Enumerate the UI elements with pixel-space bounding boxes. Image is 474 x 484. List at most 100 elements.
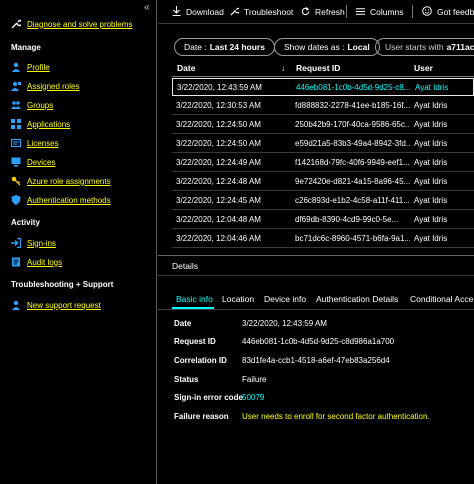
cell-user: Ayat Idris [415, 83, 449, 92]
tab-device-info[interactable]: Device info [264, 294, 306, 304]
column-header-user[interactable]: User [414, 63, 433, 75]
sidebar-item-diagnose[interactable]: Diagnose and solve problems [11, 17, 132, 31]
feedback-button[interactable]: Got feedb [422, 5, 474, 19]
feedback-label: Got feedb [437, 7, 474, 17]
table-row[interactable]: 3/22/2020, 12:24:49 AM f142168d-79fc-40f6… [172, 154, 474, 172]
sidebar-item-authentication-methods[interactable]: Authentication methods [11, 193, 111, 207]
cell-user: Ayat Idris [414, 158, 448, 167]
sidebar-item-assigned-roles[interactable]: Assigned roles [11, 79, 79, 93]
cell-user: Ayat Idris [414, 234, 448, 243]
tabs-divider [158, 309, 474, 310]
table-row[interactable]: 3/22/2020, 12:43:59 AM 446eb081-1c0b-4d5d… [172, 78, 474, 96]
table-row[interactable]: 3/22/2020, 12:24:48 AM 9e72420e-d821-4a15… [172, 173, 474, 191]
detail-value-status: Failure [242, 375, 267, 384]
tab-location[interactable]: Location [222, 294, 254, 304]
columns-label: Columns [370, 7, 404, 17]
cell-user: Ayat Idris [414, 177, 448, 186]
sidebar-item-new-support-request[interactable]: New support request [11, 298, 101, 312]
cell-date: 3/22/2020, 12:30:53 AM [176, 101, 261, 110]
cell-date: 3/22/2020, 12:24:45 AM [176, 196, 261, 205]
cell-date: 3/22/2020, 12:24:48 AM [176, 177, 261, 186]
sidebar-item-applications[interactable]: Applications [11, 117, 70, 131]
user-filter-label: User starts with [385, 42, 444, 52]
sidebar-item-label: Audit logs [27, 257, 63, 267]
sidebar-item-licenses[interactable]: Licenses [11, 136, 59, 150]
date-filter-value: Last 24 hours [209, 42, 265, 52]
date-filter-pill[interactable]: Date : Last 24 hours [174, 38, 275, 56]
cell-date: 3/22/2020, 12:04:46 AM [176, 234, 261, 243]
cell-user: Ayat Idris [414, 196, 448, 205]
cell-request-id: f142168d-79fc-40f6-9949-eef1... [295, 158, 410, 167]
show-dates-filter-value: Local [347, 42, 370, 52]
detail-value-error-code-link[interactable]: 50079 [242, 393, 264, 402]
wrench-icon [11, 19, 21, 29]
detail-label-failure-reason: Failure reason [174, 412, 229, 421]
section-title-support: Troubleshooting + Support [11, 280, 114, 289]
detail-value-date: 3/22/2020, 12:43:59 AM [242, 319, 327, 328]
cell-user: Ayat Idris [414, 101, 448, 110]
sidebar-item-groups[interactable]: Groups [11, 98, 53, 112]
support-person-icon [11, 300, 21, 310]
cell-request-id: e59d21a5-83b3-49a4-8942-3fd... [295, 139, 410, 148]
sidebar-item-azure-role-assignments[interactable]: Azure role assignments [11, 174, 111, 188]
troubleshoot-button[interactable]: Troubleshoot [230, 5, 293, 19]
tab-basic-info[interactable]: Basic info [176, 294, 213, 304]
download-button[interactable]: Download [172, 5, 224, 19]
table-row[interactable]: 3/22/2020, 12:24:45 AM c26c893d-e1b2-4c58… [172, 192, 474, 210]
sidebar-item-label: Profile [27, 62, 50, 72]
detail-value-correlation-id: 83d1fe4a-ccb1-4518-a6ef-47eb83a256d4 [242, 356, 390, 365]
cell-date: 3/22/2020, 12:43:59 AM [177, 83, 262, 92]
refresh-button[interactable]: Refresh [301, 5, 345, 19]
person-roles-icon [11, 81, 21, 91]
shield-icon [11, 195, 21, 205]
detail-label-date: Date [174, 319, 192, 328]
sidebar-item-audit-logs[interactable]: Audit logs [11, 255, 62, 269]
wrench-icon [230, 7, 241, 18]
table-row[interactable]: 3/22/2020, 12:04:46 AM bc71dc6c-8960-4571… [172, 230, 474, 248]
cell-user: Ayat Idris [414, 139, 448, 148]
cell-request-id: df69db-8390-4cd9-99c0-5e... [295, 215, 399, 224]
sidebar-item-sign-ins[interactable]: Sign-ins [11, 236, 56, 250]
cell-request-id: bc71dc6c-8960-4571-b6fa-9a1... [295, 234, 410, 243]
user-filter-value: a711ac7e [446, 42, 474, 52]
tab-authentication-details[interactable]: Authentication Details [316, 294, 398, 304]
sidebar-item-label: Applications [27, 119, 71, 129]
show-dates-filter-pill[interactable]: Show dates as : Local [274, 38, 380, 56]
download-label: Download [186, 7, 224, 17]
tab-conditional-access[interactable]: Conditional Acce [410, 294, 473, 304]
sidebar-item-devices[interactable]: Devices [11, 155, 55, 169]
sidebar-item-label: Authentication methods [27, 195, 111, 205]
detail-label-request-id: Request ID [174, 337, 216, 346]
column-header-date[interactable]: Date [177, 63, 195, 75]
column-header-request-id[interactable]: Request ID [296, 63, 340, 75]
details-divider [158, 255, 474, 256]
refresh-label: Refresh [315, 7, 345, 17]
sidebar-item-label: Licenses [27, 138, 59, 148]
columns-button[interactable]: Columns [356, 5, 404, 19]
sidebar-item-label: Devices [27, 157, 56, 167]
detail-label-status: Status [174, 375, 199, 384]
sidebar-item-label: Sign-ins [27, 238, 56, 248]
table-row[interactable]: 3/22/2020, 12:24:50 AM 250b42b9-170f-40ca… [172, 116, 474, 134]
toolbar-divider [412, 5, 413, 18]
sidebar-item-label: New support request [27, 300, 101, 310]
table-row[interactable]: 3/22/2020, 12:30:53 AM fd888832-2278-41ee… [172, 97, 474, 115]
user-filter-pill[interactable]: User starts with a711ac7e [375, 38, 474, 56]
sidebar-item-label: Assigned roles [27, 81, 80, 91]
group-icon [11, 100, 21, 110]
detail-label-correlation-id: Correlation ID [174, 356, 227, 365]
cell-request-id: 446eb081-1c0b-4d5d-9d25-c8... [296, 83, 411, 92]
sidebar-item-label: Azure role assignments [27, 176, 111, 186]
table-row[interactable]: 3/22/2020, 12:04:48 AM df69db-8390-4cd9-9… [172, 211, 474, 229]
date-filter-label: Date : [184, 42, 207, 52]
sidebar: « Diagnose and solve problems Manage Pro… [0, 0, 157, 484]
sidebar-item-label: Diagnose and solve problems [27, 19, 133, 29]
sort-arrow-icon[interactable]: ↓ [281, 63, 285, 75]
person-icon [11, 62, 21, 72]
sidebar-item-profile[interactable]: Profile [11, 60, 50, 74]
columns-icon [356, 7, 365, 18]
collapse-sidebar-button[interactable]: « [144, 3, 154, 13]
log-icon [11, 257, 21, 267]
cell-request-id: 9e72420e-d821-4a15-8a96-45... [295, 177, 410, 186]
table-row[interactable]: 3/22/2020, 12:24:50 AM e59d21a5-83b3-49a4… [172, 135, 474, 153]
